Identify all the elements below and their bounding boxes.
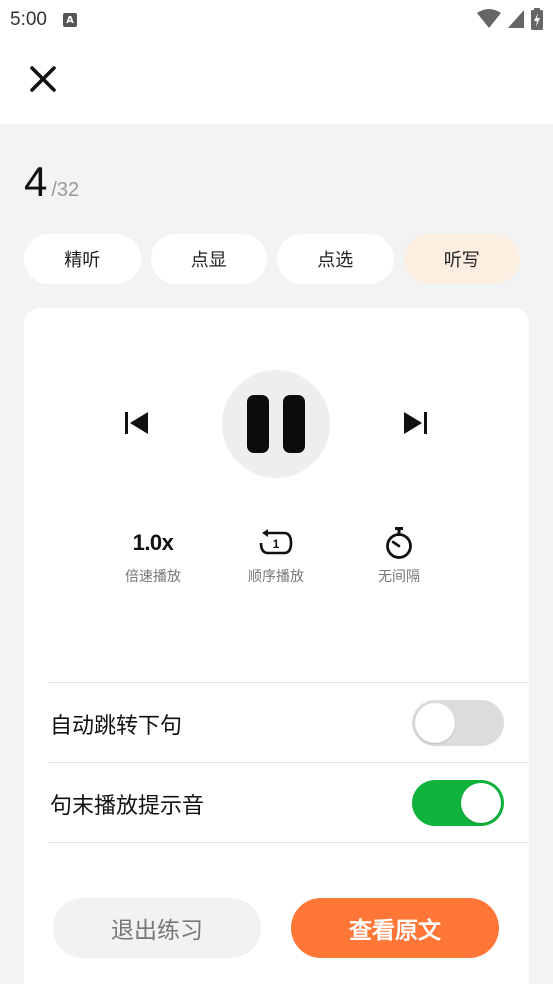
tab-dictation[interactable]: 听写	[403, 234, 520, 284]
top-header	[0, 40, 553, 124]
sentence-counter: 4 /32	[24, 158, 79, 206]
interval-option[interactable]: 无间隔	[349, 526, 449, 586]
wifi-icon	[477, 9, 501, 28]
status-time: 5:00	[10, 9, 47, 30]
pause-button[interactable]	[222, 370, 330, 478]
pause-icon	[247, 395, 269, 453]
timer-icon	[386, 527, 412, 559]
toggle-knob	[461, 783, 501, 823]
tab-tap-reveal[interactable]: 点显	[150, 234, 267, 284]
playback-speed-option[interactable]: 1.0x 倍速播放	[103, 526, 203, 586]
tab-tap-select[interactable]: 点选	[277, 234, 394, 284]
order-label: 顺序播放	[248, 569, 304, 585]
battery-icon	[531, 8, 543, 30]
end-sound-label: 句末播放提示音	[50, 794, 205, 819]
exit-practice-button[interactable]: 退出练习	[53, 898, 261, 958]
divider	[48, 682, 529, 683]
total-sentence-count: /32	[51, 179, 80, 201]
auto-next-label: 自动跳转下句	[50, 714, 183, 739]
toggle-knob	[415, 703, 455, 743]
signal-icon	[508, 10, 524, 28]
player-card: 1.0x 倍速播放 1 顺序播放 无间隔 自动跳转下句 句末播放提示音 退出练习…	[24, 308, 529, 984]
repeat-once-icon: 1	[259, 529, 293, 555]
pause-icon-bar	[283, 395, 305, 453]
end-sound-toggle[interactable]	[412, 780, 504, 826]
previous-sentence-button[interactable]	[122, 408, 152, 438]
play-order-option[interactable]: 1 顺序播放	[226, 526, 326, 586]
repeat-count: 1	[273, 537, 280, 551]
next-sentence-button[interactable]	[400, 408, 430, 438]
current-sentence-number: 4	[24, 158, 48, 205]
status-bar: 5:00 A	[0, 0, 553, 40]
view-original-button[interactable]: 查看原文	[291, 898, 499, 958]
speed-value: 1.0x	[132, 530, 174, 555]
close-icon	[30, 66, 56, 92]
status-indicators	[477, 8, 543, 30]
skip-previous-icon	[125, 412, 148, 434]
auto-next-toggle[interactable]	[412, 700, 504, 746]
divider	[48, 762, 529, 763]
interval-label: 无间隔	[378, 569, 420, 585]
skip-next-icon	[404, 412, 427, 434]
speed-label: 倍速播放	[125, 569, 181, 585]
tab-intensive-listening[interactable]: 精听	[24, 234, 141, 284]
close-button[interactable]	[26, 62, 60, 96]
divider	[48, 842, 529, 843]
notification-icon: A	[62, 13, 77, 27]
mode-tabs: 精听 点显 点选 听写	[24, 234, 520, 284]
